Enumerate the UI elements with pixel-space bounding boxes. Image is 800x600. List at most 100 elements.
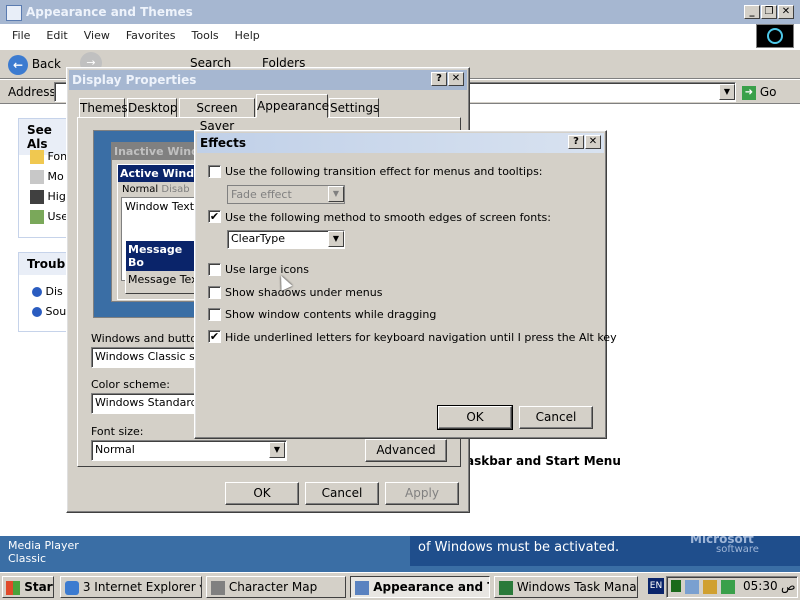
menu-help[interactable]: Help [227, 26, 268, 46]
dp-close-button[interactable]: ✕ [448, 72, 464, 86]
font-size-dropdown-icon[interactable]: ▼ [269, 442, 285, 458]
taskbar-start-menu-link[interactable]: askbar and Start Menu [466, 454, 621, 468]
language-indicator[interactable]: EN [648, 578, 664, 594]
windows-logo [756, 24, 794, 48]
transition-dropdown-icon[interactable]: ▼ [328, 186, 344, 202]
contrast-icon [30, 190, 44, 204]
dp-apply-button[interactable]: Apply [385, 482, 459, 505]
effects-close-button[interactable]: ✕ [585, 135, 601, 149]
help-icon [32, 287, 42, 297]
menu-file[interactable]: File [4, 26, 38, 46]
task-internet-explorer[interactable]: 3 Internet Explorer ▾ [60, 576, 202, 598]
ms-sub: software [716, 544, 759, 555]
system-tray: 05:30 ص [666, 576, 798, 598]
menu-tools[interactable]: Tools [184, 26, 227, 46]
drag-contents-checkbox[interactable] [208, 308, 221, 321]
transition-effect-label[interactable]: Use the following transition effect for … [225, 165, 543, 178]
task-manager-icon [499, 580, 513, 595]
font-size-label: Font size: [91, 425, 144, 438]
display-properties-titlebar[interactable]: Display Properties [69, 70, 467, 90]
hide-underline-label[interactable]: Hide underlined letters for keyboard nav… [225, 331, 617, 344]
folder-icon [30, 150, 44, 164]
display-icon [355, 580, 369, 595]
menu-view[interactable]: View [76, 26, 118, 46]
effects-dialog: Effects ? ✕ Use the following transition… [194, 130, 617, 439]
tray-app-icon[interactable] [671, 580, 681, 592]
windows-flag-icon [6, 580, 20, 595]
tab-appearance[interactable]: Appearance [256, 94, 329, 118]
menu-shadows-label[interactable]: Show shadows under menus [225, 286, 382, 299]
address-label: Address [8, 85, 56, 99]
tab-screen-saver[interactable]: Screen Saver [179, 98, 255, 133]
preview-normal: Normal [122, 184, 159, 195]
dp-ok-button[interactable]: OK [225, 482, 299, 505]
ie-icon [65, 580, 79, 595]
back-label: Back [31, 57, 61, 71]
task-character-map[interactable]: Character Map [206, 576, 346, 598]
go-arrow-icon: ➜ [742, 85, 756, 100]
mouse-icon [30, 170, 44, 184]
font-size-select[interactable]: Normal [91, 440, 287, 461]
see-also-item-contrast[interactable]: Hig [30, 190, 66, 204]
go-label: Go [759, 85, 777, 99]
effects-help-button[interactable]: ? [568, 135, 584, 149]
effects-titlebar[interactable]: Effects [197, 133, 604, 153]
media-player-label[interactable]: Media Player Classic [8, 539, 98, 565]
address-dropdown[interactable]: ▼ [719, 84, 735, 100]
large-icons-checkbox[interactable] [208, 263, 221, 276]
back-arrow-icon: ← [8, 54, 28, 75]
clock[interactable]: 05:30 [743, 579, 778, 593]
explorer-titlebar[interactable]: Appearance and Themes [0, 0, 800, 24]
tray-shield-icon[interactable] [703, 580, 717, 594]
dp-cancel-button[interactable]: Cancel [305, 482, 379, 505]
advanced-button[interactable]: Advanced [365, 439, 447, 462]
tray-check-icon[interactable] [721, 580, 735, 594]
explorer-title: Appearance and Themes [26, 5, 193, 19]
tab-themes[interactable]: Themes [79, 98, 128, 118]
start-button[interactable]: Start [2, 576, 54, 598]
maximize-button[interactable]: ❐ [761, 5, 777, 19]
hide-underline-checkbox[interactable]: ✔ [208, 330, 221, 343]
help-icon [32, 307, 42, 317]
preview-message-text: Message Tex [128, 273, 198, 286]
menu-edit[interactable]: Edit [38, 26, 75, 46]
trouble-item-sound[interactable]: Sou [32, 305, 66, 318]
preview-disabled: Disab [161, 184, 190, 195]
dp-help-button[interactable]: ? [431, 72, 447, 86]
tab-settings[interactable]: Settings [329, 98, 379, 118]
window-icon [6, 4, 22, 21]
effects-cancel-button[interactable]: Cancel [519, 406, 593, 429]
see-also-item-fonts[interactable]: Fon [30, 150, 67, 164]
activation-text: of Windows must be activated. [418, 540, 620, 555]
effects-ok-button[interactable]: OK [437, 405, 513, 430]
smooth-fonts-label[interactable]: Use the following method to smooth edges… [225, 211, 551, 224]
minimize-button[interactable]: _ [744, 5, 760, 19]
color-scheme-label: Color scheme: [91, 378, 170, 391]
preview-message-title: Message Bo [126, 241, 204, 271]
task-task-manager[interactable]: Windows Task Manager [494, 576, 638, 598]
go-button[interactable]: ➜ Go [742, 83, 776, 101]
preview-message-box: Message Bo Message Tex [125, 240, 205, 294]
large-icons-label[interactable]: Use large icons [225, 263, 309, 276]
back-button[interactable]: ← Back [8, 52, 61, 76]
close-button[interactable]: ✕ [778, 5, 794, 19]
transition-effect-checkbox[interactable] [208, 165, 221, 178]
smoothing-dropdown-icon[interactable]: ▼ [328, 231, 344, 247]
menu-shadows-checkbox[interactable] [208, 286, 221, 299]
task-appearance[interactable]: Appearance and T... [350, 576, 490, 598]
menu-bar: File Edit View Favorites Tools Help [4, 26, 268, 46]
menu-favorites[interactable]: Favorites [118, 26, 184, 46]
drag-contents-label[interactable]: Show window contents while dragging [225, 308, 436, 321]
trouble-item-display[interactable]: Dis [32, 285, 63, 298]
trouble-title: Troubl [19, 253, 72, 275]
smooth-fonts-checkbox[interactable]: ✔ [208, 210, 221, 223]
charmap-icon [211, 580, 225, 595]
see-also-item-mouse[interactable]: Mo [30, 170, 64, 184]
see-also-item-user[interactable]: Use [30, 210, 68, 224]
user-accounts-icon [30, 210, 44, 224]
tab-desktop[interactable]: Desktop [127, 98, 178, 118]
clock-suffix: ص [781, 579, 796, 593]
tray-network-icon[interactable] [685, 580, 699, 594]
taskbar: Start 3 Internet Explorer ▾ Character Ma… [0, 572, 800, 600]
windows-buttons-label: Windows and buttons [91, 332, 210, 345]
